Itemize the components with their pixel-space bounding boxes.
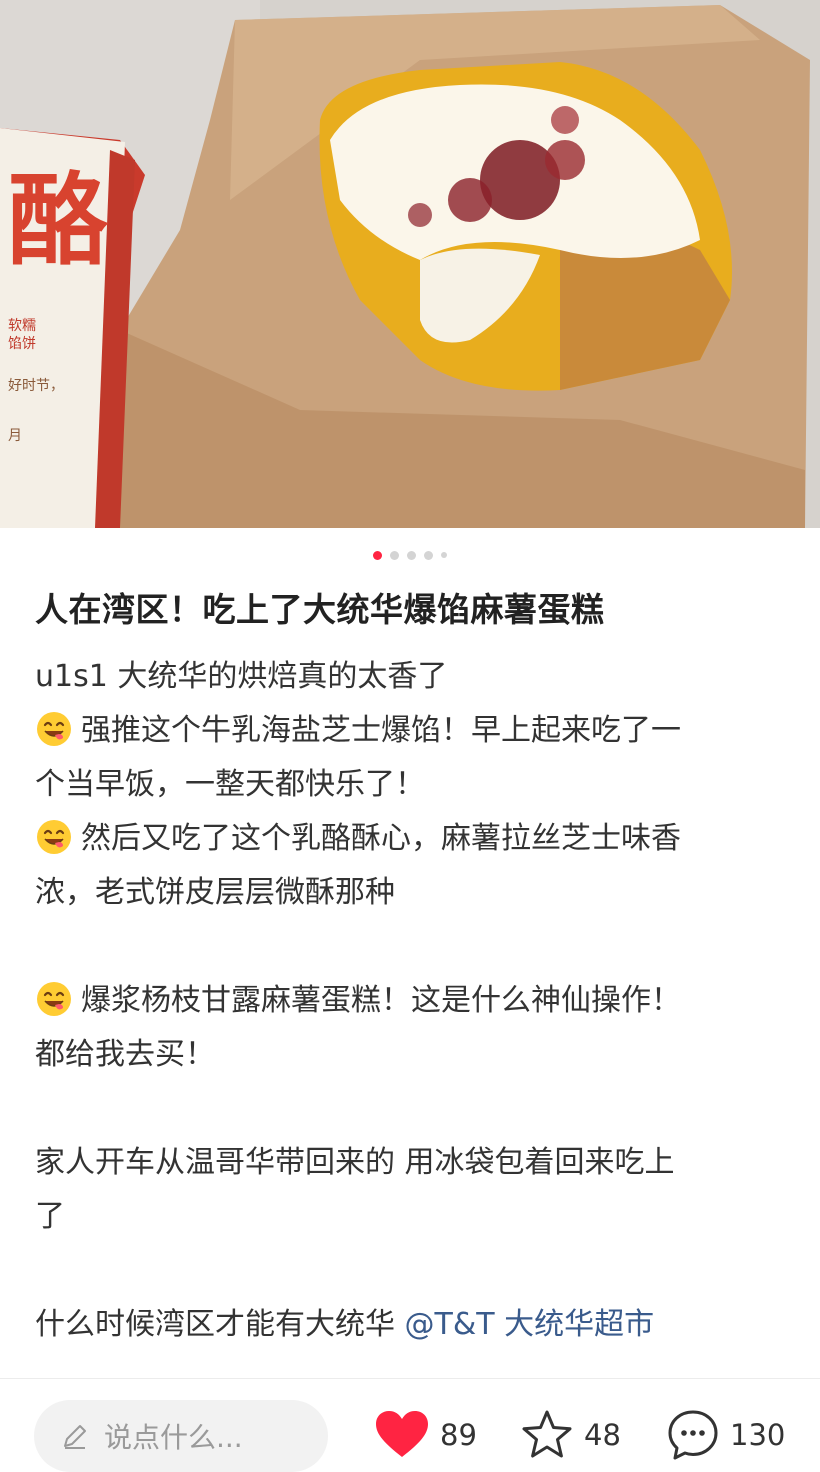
post-body-line: 强推这个牛乳海盐芝士爆馅！早上起来吃了一 [35, 704, 787, 758]
pagination-dot[interactable] [390, 550, 399, 560]
post-body-text: 强推这个牛乳海盐芝士爆馅！早上起来吃了一 [81, 713, 681, 748]
package-text: 软糯 [8, 318, 36, 334]
post-body-text: 都给我去买！ [35, 1037, 215, 1072]
pencil-icon [64, 1425, 86, 1449]
collect-count: 48 [584, 1418, 621, 1452]
post-body-line: 浓，老式饼皮层层微酥那种 [35, 866, 787, 920]
comment-input[interactable]: 说点什么... [34, 1400, 328, 1472]
post-body-line [35, 1082, 787, 1136]
bottom-action-bar: 说点什么... 89 48 130 [0, 1378, 820, 1472]
comment-bubble-icon [668, 1410, 718, 1460]
carousel-pagination[interactable] [0, 549, 820, 561]
post-body-text: u1s1 大统华的烘焙真的太香了 [35, 659, 448, 694]
like-count: 89 [440, 1418, 477, 1452]
comment-button[interactable]: 130 [666, 1407, 785, 1463]
package-glyph: 酪 [8, 161, 109, 279]
comment-count: 130 [730, 1418, 786, 1452]
comment-placeholder: 说点什么... [104, 1421, 243, 1454]
post-body-text: 然后又吃了这个乳酪酥心，麻薯拉丝芝士味香 [81, 821, 681, 856]
post-body-text: 个当早饭，一整天都快乐了！ [35, 767, 425, 802]
post-body-line [35, 920, 787, 974]
smiley-emoji-icon [37, 820, 71, 854]
pagination-dot[interactable] [441, 552, 447, 558]
post-photo[interactable]: 酪 软糯 馅饼 好时节， 月 [0, 0, 820, 528]
post-body-text: 浓，老式饼皮层层微酥那种 [35, 875, 395, 910]
star-icon [522, 1410, 572, 1458]
post-body-text: 家人开车从温哥华带回来的 用冰袋包着回来吃上 [35, 1145, 675, 1180]
smiley-emoji-icon [37, 712, 71, 746]
post-body-text: 爆浆杨枝甘露麻薯蛋糕！这是什么神仙操作！ [81, 983, 681, 1018]
package-text: 月 [8, 428, 22, 444]
pagination-dot[interactable] [424, 550, 433, 560]
post-body-line: 爆浆杨枝甘露麻薯蛋糕！这是什么神仙操作！ [35, 974, 787, 1028]
post-title: 人在湾区！吃上了大统华爆馅麻薯蛋糕 [35, 590, 605, 629]
post-body-line: 了 [35, 1190, 787, 1244]
post-body-line: 家人开车从温哥华带回来的 用冰袋包着回来吃上 [35, 1136, 787, 1190]
heart-icon [376, 1411, 428, 1457]
smiley-emoji-icon [37, 982, 71, 1016]
post-body-line: 然后又吃了这个乳酪酥心，麻薯拉丝芝士味香 [35, 812, 787, 866]
pagination-dot-active[interactable] [373, 550, 382, 560]
post-body: u1s1 大统华的烘焙真的太香了强推这个牛乳海盐芝士爆馅！早上起来吃了一个当早饭… [35, 650, 787, 1352]
post-body-line: u1s1 大统华的烘焙真的太香了 [35, 650, 787, 704]
post-body-line: 什么时候湾区才能有大统华 @T&T 大统华超市 [35, 1298, 787, 1352]
post-body-line: 个当早饭，一整天都快乐了！ [35, 758, 787, 812]
post-body-text: 了 [35, 1199, 65, 1234]
mention-link[interactable]: @T&T 大统华超市 [405, 1307, 655, 1342]
post-body-line [35, 1244, 787, 1298]
like-button[interactable]: 89 [374, 1407, 477, 1463]
post-body-text: 什么时候湾区才能有大统华 [35, 1307, 395, 1342]
collect-button[interactable]: 48 [520, 1407, 621, 1463]
package-text: 好时节， [8, 378, 64, 394]
cake-photo-illustration: 酪 软糯 馅饼 好时节， 月 [0, 0, 820, 528]
post-body-line: 都给我去买！ [35, 1028, 787, 1082]
pagination-dot[interactable] [407, 550, 416, 560]
package-text: 馅饼 [8, 336, 36, 352]
